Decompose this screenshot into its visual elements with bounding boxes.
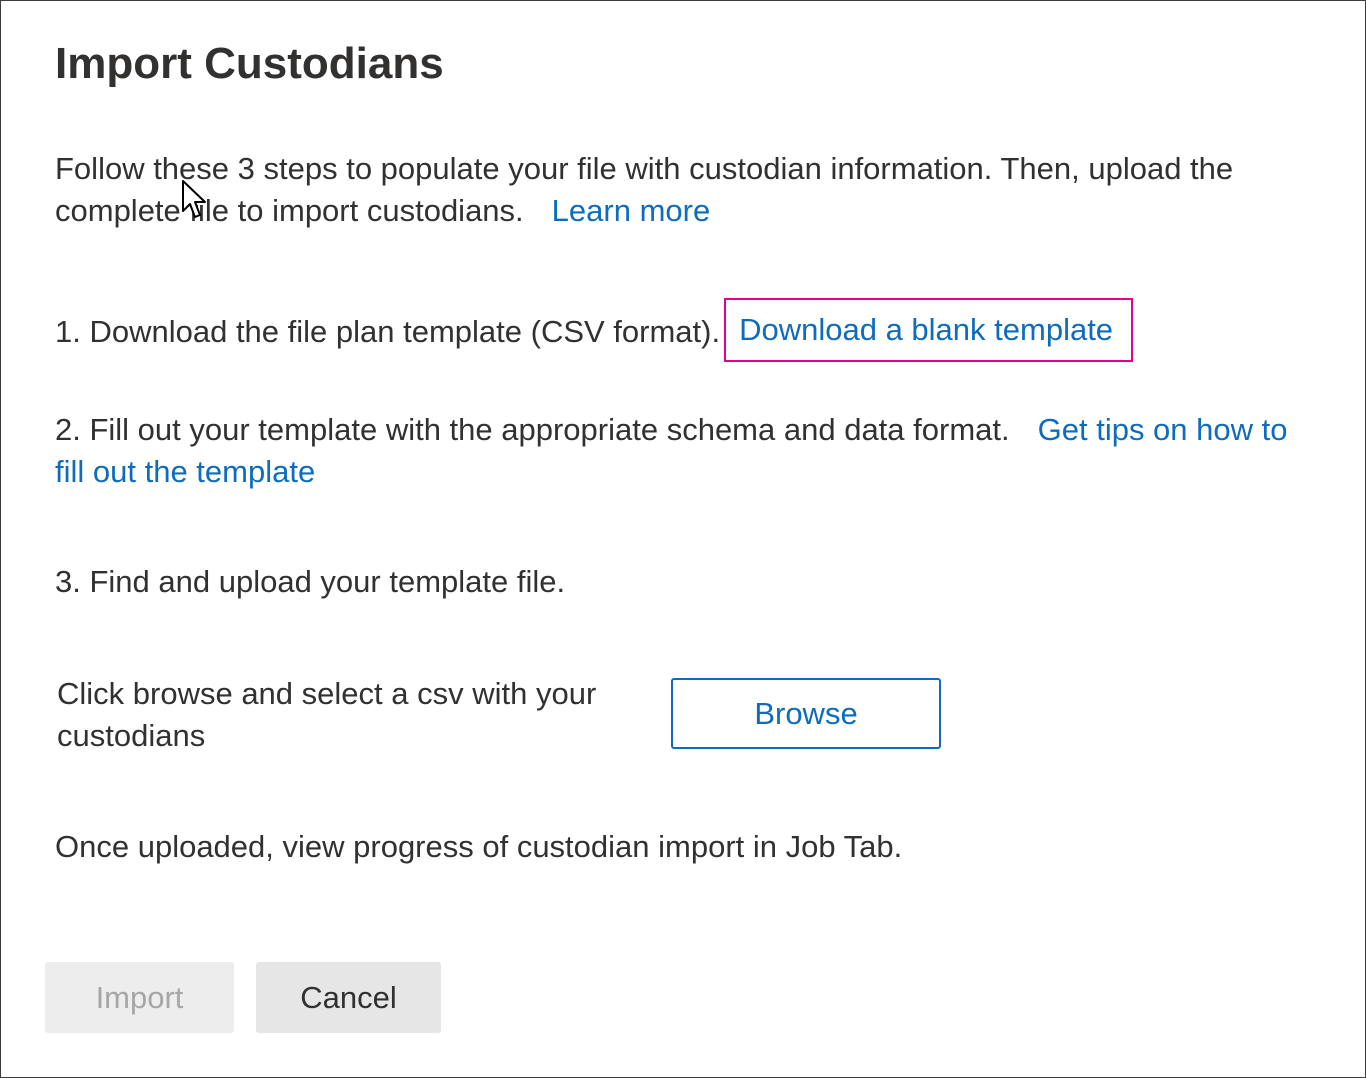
step-2: 2. Fill out your template with the appro… [55,409,1325,493]
step-3-text: 3. Find and upload your template file. [55,564,566,599]
import-custodians-dialog: Import Custodians Follow these 3 steps t… [0,0,1366,1078]
step-2-text: 2. Fill out your template with the appro… [55,412,1010,447]
browse-instruction: Click browse and select a csv with your … [57,676,597,753]
dialog-title: Import Custodians [55,39,444,88]
step-1: 1. Download the file plan template (CSV … [55,298,1134,364]
upload-note: Once uploaded, view progress of custodia… [55,829,903,864]
step-1-text: 1. Download the file plan template (CSV … [55,314,721,349]
cancel-button[interactable]: Cancel [256,962,441,1033]
browse-button[interactable]: Browse [671,678,941,749]
import-button[interactable]: Import [45,962,234,1033]
step-3: 3. Find and upload your template file. [55,561,565,603]
download-template-link[interactable]: Download a blank template [724,298,1134,362]
intro-paragraph: Follow these 3 steps to populate your fi… [55,148,1315,232]
learn-more-link[interactable]: Learn more [552,193,711,228]
